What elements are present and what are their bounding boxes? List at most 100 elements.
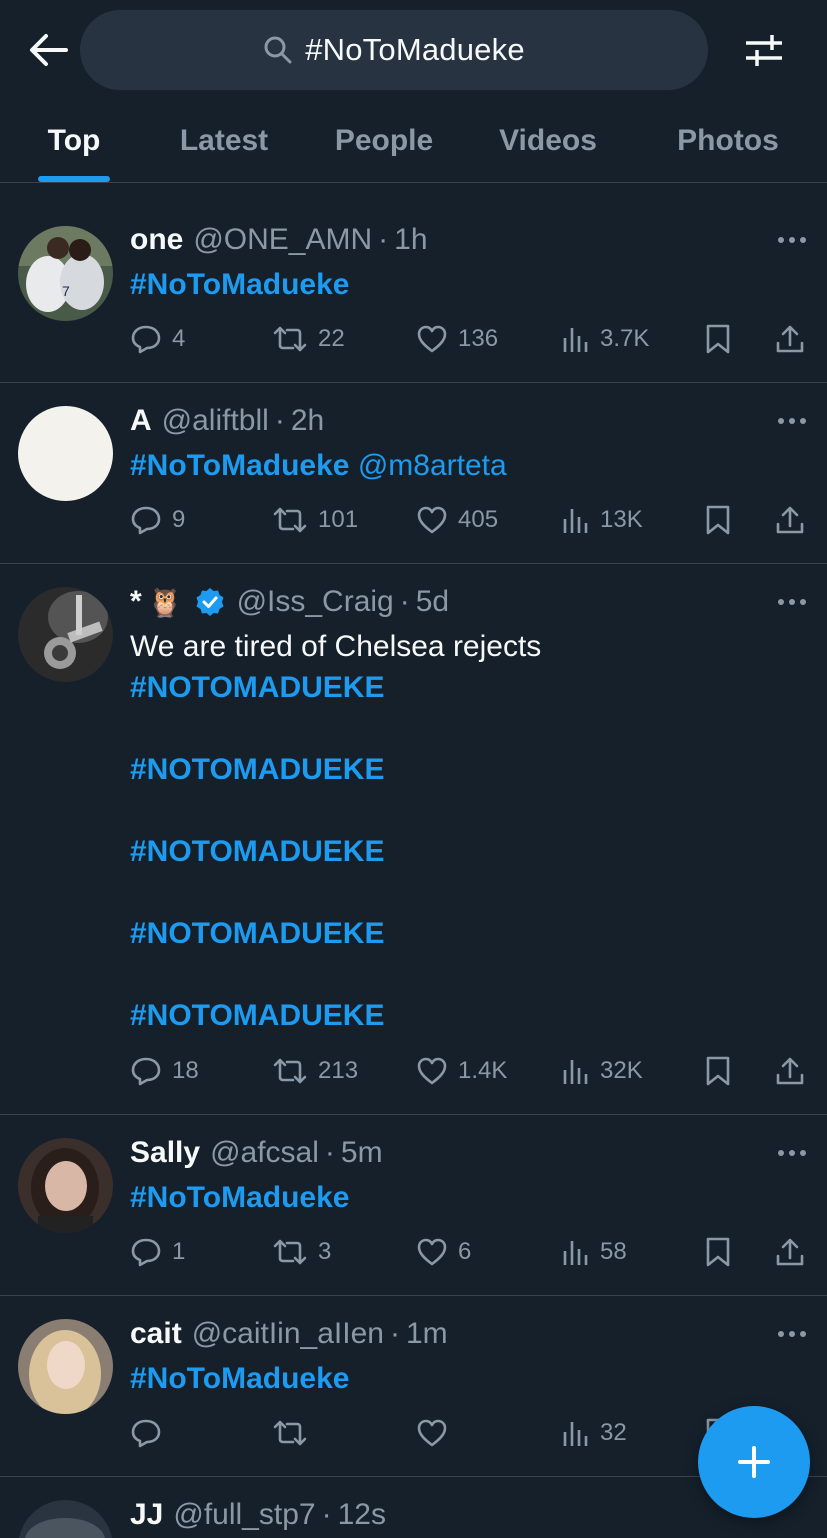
tweet[interactable]: Sally @afcsal · 5m #NoToMadueke 1 3 6 58: [0, 1115, 827, 1296]
retweet-button[interactable]: 101: [272, 500, 358, 540]
tweet-header: cait @caitIin_aIIen · 1m: [130, 1314, 448, 1354]
search-filter-button[interactable]: [740, 28, 788, 72]
mention-link[interactable]: @m8arteta: [358, 449, 507, 482]
hashtag-link[interactable]: #NoToMadueke: [130, 449, 349, 482]
author-name[interactable]: one: [130, 223, 183, 257]
reply-button[interactable]: 18: [130, 1051, 199, 1091]
reply-icon: [131, 1419, 161, 1448]
views-button[interactable]: 58: [562, 1232, 627, 1272]
like-button[interactable]: 6: [416, 1232, 471, 1272]
tweet-time[interactable]: 12s: [338, 1498, 386, 1532]
analytics-icon: [563, 328, 588, 352]
back-button[interactable]: [26, 28, 70, 72]
reply-button[interactable]: 4: [130, 319, 185, 359]
views-button[interactable]: 13K: [562, 500, 643, 540]
author-handle[interactable]: @caitIin_aIIen: [192, 1317, 384, 1351]
author-handle[interactable]: @ONE_AMN: [193, 223, 372, 257]
reply-count: 1: [172, 1238, 186, 1265]
author-name[interactable]: *: [130, 585, 142, 619]
hashtag-link[interactable]: #NOTOMADUEKE: [130, 831, 541, 872]
compose-button[interactable]: [698, 1406, 810, 1518]
tab-latest[interactable]: Latest: [164, 100, 284, 182]
reply-button[interactable]: [130, 1413, 172, 1453]
share-button[interactable]: [774, 500, 806, 540]
share-icon: [776, 1057, 804, 1085]
tweet-time[interactable]: 1m: [406, 1317, 448, 1351]
retweet-count: 3: [318, 1238, 332, 1265]
retweet-button[interactable]: 22: [272, 319, 345, 359]
avatar[interactable]: [18, 1500, 113, 1538]
more-icon: [778, 1150, 806, 1156]
reply-button[interactable]: 1: [130, 1232, 185, 1272]
share-button[interactable]: [774, 319, 806, 359]
hashtag-link[interactable]: #NOTOMADUEKE: [130, 995, 541, 1036]
tab-top[interactable]: Top: [28, 100, 120, 182]
analytics-icon: [563, 1060, 588, 1084]
more-options-button[interactable]: [774, 1319, 810, 1349]
share-button[interactable]: [774, 1232, 806, 1272]
tab-photos[interactable]: Photos: [664, 100, 792, 182]
bookmark-button[interactable]: [704, 1051, 732, 1091]
author-name[interactable]: cait: [130, 1317, 182, 1351]
retweet-button[interactable]: 3: [272, 1232, 331, 1272]
tweet[interactable]: * 🦉 @Iss_Craig · 5d We are tired of Chel…: [0, 564, 827, 1115]
tweet-time[interactable]: 5m: [341, 1136, 383, 1170]
avatar[interactable]: 7: [18, 226, 113, 321]
bookmark-icon: [706, 505, 730, 535]
retweet-button[interactable]: [272, 1413, 318, 1453]
more-options-button[interactable]: [774, 406, 810, 436]
share-button[interactable]: [774, 1051, 806, 1091]
tweet-text-line: We are tired of Chelsea rejects: [130, 630, 542, 663]
avatar[interactable]: [18, 1138, 113, 1233]
hashtag-link[interactable]: #NOTOMADUEKE: [130, 913, 541, 954]
avatar[interactable]: [18, 1319, 113, 1414]
tweet[interactable]: A @aliftbll · 2h #NoToMadueke @m8arteta …: [0, 383, 827, 564]
reply-icon: [131, 506, 161, 535]
author-handle[interactable]: @full_stp7: [173, 1498, 315, 1532]
search-icon: [264, 36, 292, 64]
author-handle[interactable]: @afcsal: [210, 1136, 319, 1170]
hashtag-link[interactable]: #NoToMadueke: [130, 1362, 349, 1395]
retweet-button[interactable]: 213: [272, 1051, 358, 1091]
tab-people[interactable]: People: [318, 100, 450, 182]
tweet-header: one @ONE_AMN · 1h: [130, 220, 428, 260]
hashtag-link[interactable]: #NoToMadueke: [130, 1181, 349, 1214]
avatar[interactable]: [18, 406, 113, 501]
like-button[interactable]: 1.4K: [416, 1051, 507, 1091]
tweet-actions: 1 3 6 58: [0, 1232, 827, 1272]
views-button[interactable]: 3.7K: [562, 319, 649, 359]
like-button[interactable]: 136: [416, 319, 498, 359]
view-count: 58: [600, 1238, 627, 1265]
hashtag-link[interactable]: #NOTOMADUEKE: [130, 749, 541, 790]
author-name[interactable]: JJ: [130, 1498, 163, 1532]
separator-dot: ·: [399, 585, 410, 618]
hashtag-link[interactable]: #NoToMadueke: [130, 268, 349, 301]
bookmark-button[interactable]: [704, 1232, 732, 1272]
author-handle[interactable]: @aliftbll: [162, 404, 269, 438]
tweet-time[interactable]: 1h: [394, 223, 427, 257]
like-button[interactable]: 405: [416, 500, 498, 540]
author-name[interactable]: Sally: [130, 1136, 200, 1170]
plus-icon: [738, 1446, 770, 1478]
view-count: 3.7K: [600, 325, 650, 352]
reply-button[interactable]: 9: [130, 500, 185, 540]
tweet-time[interactable]: 2h: [291, 404, 324, 438]
bookmark-button[interactable]: [704, 500, 732, 540]
retweet-icon: [273, 1420, 307, 1446]
tweet-time[interactable]: 5d: [416, 585, 449, 619]
avatar[interactable]: [18, 587, 113, 682]
more-options-button[interactable]: [774, 1138, 810, 1168]
search-input[interactable]: #NoToMadueke: [80, 10, 708, 90]
more-options-button[interactable]: [774, 587, 810, 617]
tab-videos[interactable]: Videos: [484, 100, 612, 182]
tweet[interactable]: 7 one @ONE_AMN · 1h #NoToMadueke 4 22 13…: [0, 183, 827, 383]
author-handle[interactable]: @Iss_Craig: [237, 585, 394, 619]
views-button[interactable]: 32: [562, 1413, 627, 1453]
like-button[interactable]: [416, 1413, 458, 1453]
hashtag-link[interactable]: #NOTOMADUEKE: [130, 667, 541, 708]
more-options-button[interactable]: [774, 225, 810, 255]
search-tabs: Top Latest People Videos Photos: [0, 100, 827, 183]
views-button[interactable]: 32K: [562, 1051, 643, 1091]
bookmark-button[interactable]: [704, 319, 732, 359]
author-name[interactable]: A: [130, 404, 152, 438]
